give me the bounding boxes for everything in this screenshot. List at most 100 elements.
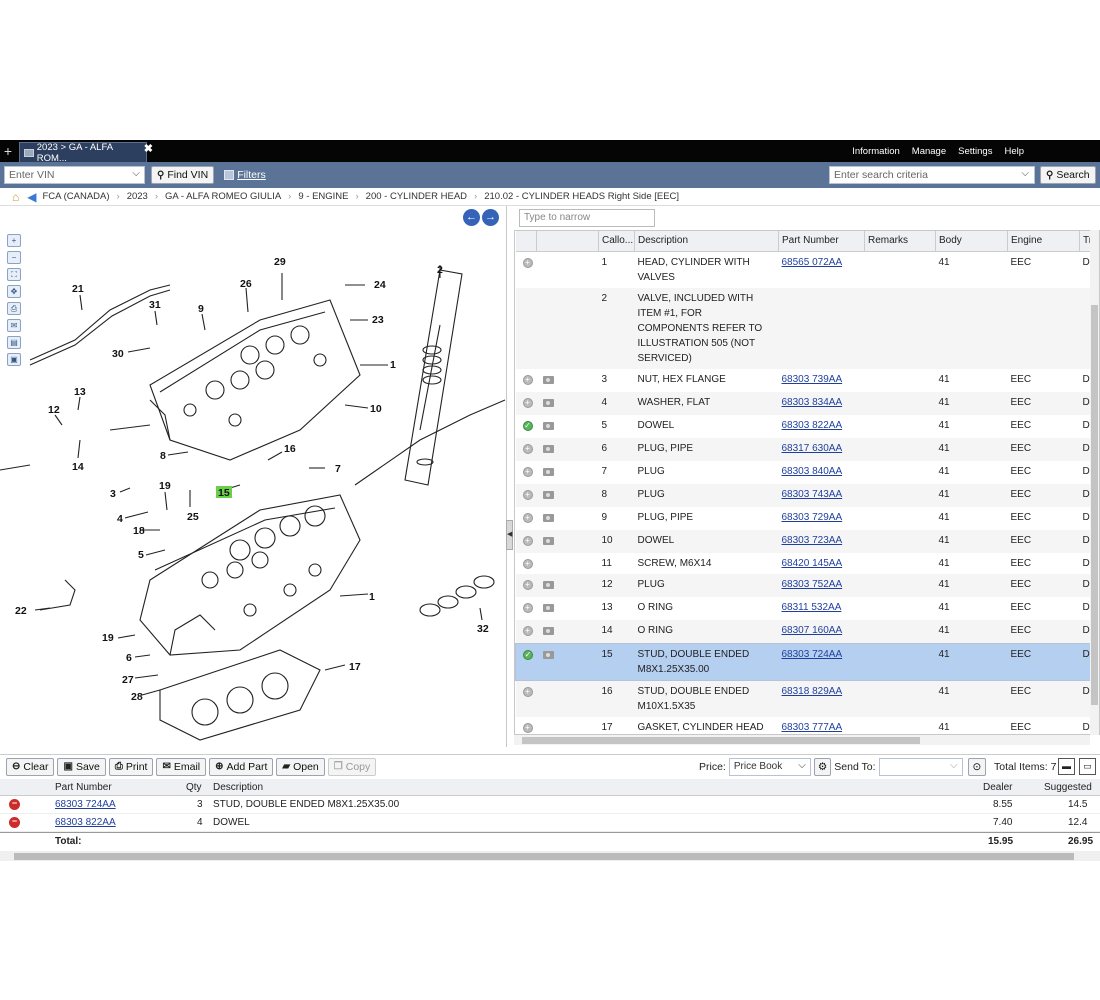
callout-18[interactable]: 18 bbox=[133, 525, 145, 537]
col-engine[interactable]: Engine bbox=[1007, 231, 1080, 252]
add-icon[interactable]: + bbox=[522, 722, 533, 733]
callout-1b[interactable]: 1 bbox=[369, 591, 375, 603]
col-body[interactable]: Body bbox=[935, 231, 1008, 252]
parts-row[interactable]: +10 DOWEL 68303 723AA 41 EEC D bbox=[515, 529, 1099, 553]
email-button[interactable]: ✉ Email bbox=[156, 757, 207, 776]
search-criteria-input[interactable]: Enter search criteria ⌵ bbox=[829, 166, 1035, 184]
callout-1[interactable]: 1 bbox=[390, 359, 396, 371]
next-illustration-icon[interactable]: → bbox=[482, 209, 499, 226]
part-number-link[interactable]: 68303 840AA bbox=[782, 466, 843, 477]
parts-row[interactable]: +14 O RING 68307 160AA 41 EEC D bbox=[515, 619, 1099, 643]
minimize-icon[interactable]: ▬ bbox=[1058, 758, 1075, 775]
callout-25[interactable]: 25 bbox=[187, 511, 199, 523]
callout-10[interactable]: 10 bbox=[370, 403, 382, 415]
breadcrumb-item[interactable]: FCA (CANADA) bbox=[42, 191, 109, 202]
cart-col-dealer[interactable]: Dealer bbox=[983, 782, 1012, 793]
check-icon[interactable]: ✓ bbox=[523, 649, 533, 660]
camera-icon[interactable] bbox=[542, 467, 554, 476]
add-icon[interactable]: + bbox=[522, 512, 533, 523]
add-icon[interactable]: + bbox=[522, 257, 533, 268]
cart-qty[interactable]: 3 bbox=[197, 799, 203, 810]
copy-button[interactable]: ❐ Copy bbox=[327, 757, 377, 776]
chevron-down-icon[interactable]: ⌵ bbox=[132, 168, 140, 179]
menu-help[interactable]: Help bbox=[1004, 146, 1024, 157]
add-icon[interactable]: + bbox=[522, 686, 533, 697]
camera-icon[interactable] bbox=[542, 421, 554, 430]
price-settings-button[interactable]: ⚙ bbox=[813, 758, 832, 776]
vertical-scrollbar[interactable] bbox=[1090, 230, 1099, 735]
part-number-link[interactable]: 68318 829AA bbox=[782, 686, 843, 697]
scroll-thumb[interactable] bbox=[14, 853, 1074, 860]
chevron-down-icon[interactable]: ⌵ bbox=[1021, 168, 1029, 179]
callout-19b[interactable]: 19 bbox=[102, 632, 114, 644]
cart-col-part-number[interactable]: Part Number bbox=[55, 782, 112, 793]
col-callout[interactable]: Callo... bbox=[598, 231, 635, 252]
part-number-link[interactable]: 68303 723AA bbox=[782, 535, 843, 546]
callout-26[interactable]: 26 bbox=[240, 278, 252, 290]
parts-row[interactable]: ✓ 5 DOWEL 68303 822AA 41 EEC D bbox=[516, 415, 1100, 438]
cart-horizontal-scrollbar[interactable] bbox=[0, 851, 1100, 861]
col-description[interactable]: Description bbox=[634, 231, 779, 252]
callout-5[interactable]: 5 bbox=[138, 549, 144, 561]
add-icon[interactable]: + bbox=[522, 625, 533, 636]
menu-information[interactable]: Information bbox=[852, 146, 900, 157]
back-arrow-icon[interactable]: ◀ bbox=[27, 190, 36, 204]
parts-row[interactable]: 2 VALVE, INCLUDED WITH ITEM #1, FOR COMPO… bbox=[515, 287, 1099, 369]
camera-icon[interactable] bbox=[542, 536, 554, 545]
callout-21[interactable]: 21 bbox=[72, 283, 84, 295]
parts-row[interactable]: +12 PLUG 68303 752AA 41 EEC D bbox=[515, 573, 1099, 597]
callout-7[interactable]: 7 bbox=[335, 463, 341, 475]
part-number-link[interactable]: 68303 777AA bbox=[782, 722, 843, 733]
callout-24[interactable]: 24 bbox=[374, 279, 386, 291]
menu-manage[interactable]: Manage bbox=[912, 146, 946, 157]
part-number-link[interactable]: 68303 752AA bbox=[782, 579, 843, 590]
tab-active[interactable]: 2023 > GA - ALFA ROM... ✖ bbox=[19, 142, 153, 164]
scroll-thumb[interactable] bbox=[1091, 305, 1098, 705]
send-button[interactable]: ⊙ bbox=[967, 758, 987, 776]
callout-2[interactable]: 2 bbox=[437, 264, 443, 276]
callout-32[interactable]: 32 bbox=[477, 623, 489, 635]
add-icon[interactable]: + bbox=[522, 443, 533, 454]
callout-16[interactable]: 16 bbox=[284, 443, 296, 455]
parts-row[interactable]: +7 PLUG 68303 840AA 41 EEC D bbox=[516, 461, 1100, 484]
add-icon[interactable]: + bbox=[522, 397, 533, 408]
open-button[interactable]: ▰ Open bbox=[276, 757, 325, 776]
callout-8[interactable]: 8 bbox=[160, 450, 166, 462]
callout-4[interactable]: 4 bbox=[117, 513, 123, 525]
cart-col-suggested[interactable]: Suggested bbox=[1044, 782, 1092, 793]
parts-row[interactable]: +3 NUT, HEX FLANGE 68303 739AA 41 EEC D bbox=[516, 369, 1100, 392]
callout-14[interactable]: 14 bbox=[72, 461, 84, 473]
callout-6[interactable]: 6 bbox=[126, 652, 132, 664]
prev-illustration-icon[interactable]: ← bbox=[463, 209, 480, 226]
part-number-link[interactable]: 68311 532AA bbox=[782, 602, 842, 613]
vin-input[interactable]: Enter VIN ⌵ bbox=[4, 166, 145, 184]
part-number-link[interactable]: 68303 739AA bbox=[782, 374, 843, 385]
cart-row[interactable]: − 68303 724AA 3 STUD, DOUBLE ENDED M8X1.… bbox=[0, 796, 1100, 814]
camera-icon[interactable] bbox=[542, 444, 554, 453]
engine-diagram[interactable]: 29 2 21 26 24 31 9 23 30 1 10 13 12 8 16… bbox=[0, 230, 507, 747]
callout-9[interactable]: 9 bbox=[198, 303, 204, 315]
part-number-link[interactable]: 68307 160AA bbox=[782, 625, 843, 636]
remove-icon[interactable]: − bbox=[9, 799, 20, 810]
close-icon[interactable]: ✖ bbox=[144, 142, 153, 155]
part-number-link[interactable]: 68420 145AA bbox=[782, 558, 843, 569]
parts-row[interactable]: +17 GASKET, CYLINDER HEAD RIGHT 68303 777A… bbox=[516, 717, 1100, 735]
cart-col-description[interactable]: Description bbox=[213, 782, 263, 793]
send-to-select[interactable]: ⌵ bbox=[878, 758, 963, 776]
callout-27[interactable]: 27 bbox=[122, 674, 134, 686]
print-button[interactable]: ⎙ Print bbox=[108, 757, 154, 776]
add-icon[interactable]: + bbox=[522, 602, 533, 613]
cart-col-qty[interactable]: Qty bbox=[186, 782, 202, 793]
price-select[interactable]: Price Book ⌵ bbox=[728, 758, 811, 776]
breadcrumb-item[interactable]: 2023 bbox=[127, 191, 148, 202]
check-icon[interactable]: ✓ bbox=[522, 420, 533, 431]
callout-17[interactable]: 17 bbox=[349, 661, 361, 673]
pane-splitter[interactable]: ◀ bbox=[506, 520, 513, 550]
breadcrumb-item[interactable]: 200 - CYLINDER HEAD bbox=[366, 191, 467, 202]
camera-icon[interactable] bbox=[542, 603, 554, 612]
parts-row[interactable]: +16 STUD, DOUBLE ENDED M10X1.5X35 68318 82… bbox=[515, 680, 1099, 717]
camera-icon[interactable] bbox=[542, 398, 554, 407]
callout-15-highlight[interactable]: 15 bbox=[218, 487, 230, 499]
parts-row[interactable]: ✓ 15 STUD, DOUBLE ENDED M8X1.25X35.00 68303… bbox=[515, 643, 1099, 680]
callout-28[interactable]: 28 bbox=[131, 691, 143, 703]
